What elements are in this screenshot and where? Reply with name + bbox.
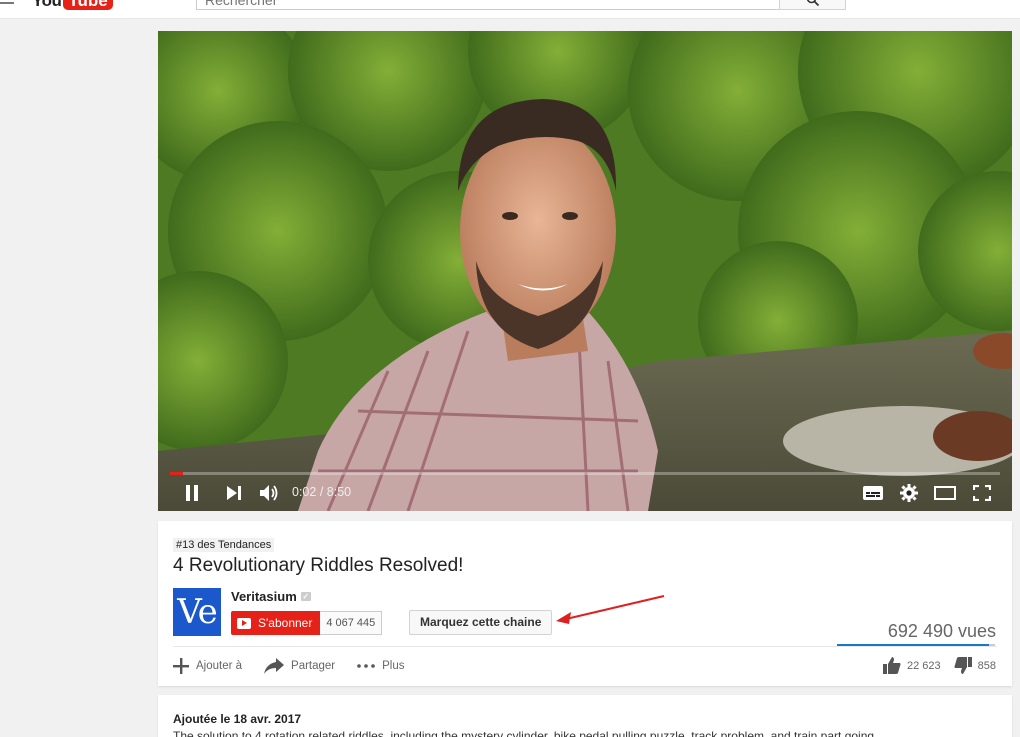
- like-count: 22 623: [906, 659, 941, 672]
- channel-name: Veritasium: [231, 589, 297, 604]
- more-label: Plus: [382, 660, 405, 672]
- share-icon: [264, 658, 285, 674]
- time-current: 0:02: [292, 485, 317, 499]
- like-ratio-bar: [837, 644, 995, 646]
- thumbs-down-icon: [954, 657, 972, 674]
- pause-button[interactable]: [182, 483, 202, 503]
- video-player[interactable]: 0:02 / 8:50: [158, 31, 1012, 511]
- next-icon: [227, 486, 241, 500]
- more-button[interactable]: Plus: [357, 660, 405, 672]
- subtitles-button[interactable]: [862, 483, 884, 503]
- description-text: The solution to 4 rotation related riddl…: [173, 729, 875, 737]
- volume-icon: [260, 485, 278, 501]
- subtitles-icon: [863, 486, 883, 500]
- add-to-button[interactable]: Ajouter à: [173, 658, 242, 674]
- subscribe-group: S'abonner 4 067 445: [231, 611, 383, 635]
- dislike-count: 858: [977, 659, 996, 672]
- view-count: 692 490 vues: [887, 621, 996, 641]
- video-title: 4 Revolutionary Riddles Resolved!: [173, 555, 464, 576]
- channel-link[interactable]: Veritasium ✓: [231, 589, 311, 604]
- time-total: 8:50: [326, 485, 352, 499]
- divider: [173, 646, 997, 647]
- subscribe-label: S'abonner: [258, 616, 313, 630]
- rating-group: 22 623 858: [870, 657, 996, 674]
- logo-you-text: You: [32, 0, 62, 10]
- dislike-button[interactable]: 858: [954, 657, 996, 674]
- time-display: 0:02 / 8:50: [292, 485, 351, 499]
- search-button[interactable]: [779, 0, 846, 10]
- pause-icon: [186, 485, 198, 501]
- player-controls: 0:02 / 8:50: [158, 475, 1012, 511]
- time-separator: /: [319, 485, 324, 499]
- youtube-play-icon: [237, 617, 251, 629]
- publish-date: Ajoutée le 18 avr. 2017: [173, 712, 302, 726]
- description-card: Ajoutée le 18 avr. 2017 The solution to …: [158, 695, 1012, 737]
- plus-icon: [173, 658, 189, 674]
- next-button[interactable]: [224, 483, 244, 503]
- thumbs-up-icon: [882, 657, 901, 674]
- fullscreen-icon: [973, 485, 991, 501]
- subscriber-count: 4 067 445: [320, 611, 383, 635]
- gear-icon: [900, 484, 918, 502]
- share-label: Partager: [291, 660, 336, 672]
- youtube-logo[interactable]: You Tube: [32, 0, 113, 10]
- theater-mode-button[interactable]: [934, 483, 956, 503]
- add-to-label: Ajouter à: [196, 660, 243, 672]
- more-dots-icon: [357, 664, 375, 668]
- action-bar: Ajouter à Partager Plus: [173, 657, 427, 675]
- search-input[interactable]: [196, 0, 780, 10]
- verified-icon: ✓: [300, 592, 311, 601]
- mark-channel-button[interactable]: Marquez cette chaine: [409, 610, 553, 635]
- subscribe-button[interactable]: S'abonner: [231, 611, 321, 635]
- video-frame: [158, 31, 1012, 511]
- like-ratio-fill: [837, 644, 990, 646]
- search-icon: [806, 0, 819, 7]
- video-info-card: #13 des Tendances 4 Revolutionary Riddle…: [158, 521, 1012, 686]
- logo-tube-text: Tube: [63, 0, 113, 10]
- settings-button[interactable]: [899, 483, 919, 503]
- menu-icon[interactable]: [0, 0, 14, 4]
- trending-badge[interactable]: #13 des Tendances: [173, 538, 275, 552]
- volume-button[interactable]: [258, 483, 282, 503]
- fullscreen-button[interactable]: [971, 483, 993, 503]
- like-button[interactable]: 22 623: [882, 657, 941, 674]
- masthead: You Tube: [0, 0, 1020, 19]
- share-button[interactable]: Partager: [264, 658, 335, 674]
- channel-avatar[interactable]: Ve: [173, 588, 221, 636]
- theater-mode-icon: [934, 486, 956, 500]
